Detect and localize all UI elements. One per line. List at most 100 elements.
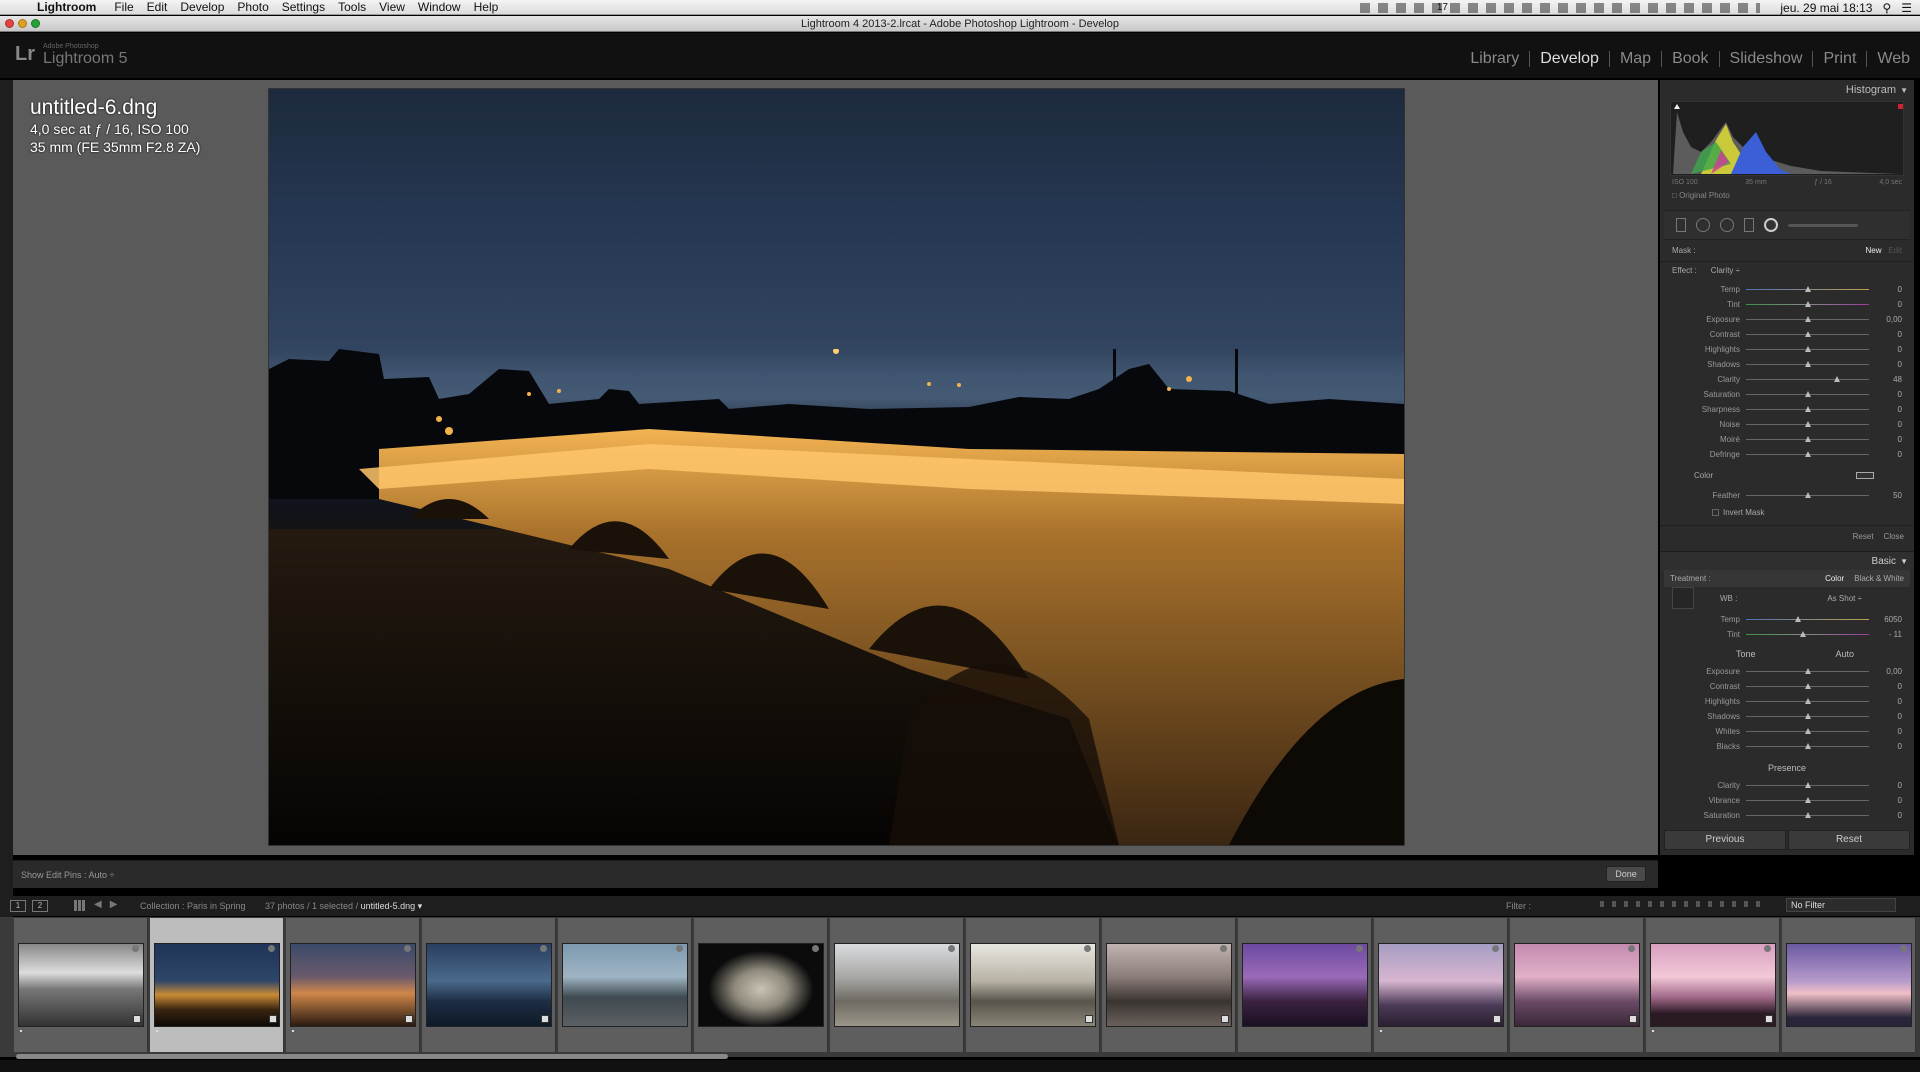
thumbnail-image[interactable] (970, 943, 1096, 1027)
slider-exposure[interactable]: Exposure 0,00 (1660, 312, 1914, 327)
tone-auto-button[interactable]: Auto (1835, 649, 1854, 659)
thumbnail-image[interactable] (834, 943, 960, 1027)
thumbnail-image[interactable] (1106, 943, 1232, 1027)
histogram-header[interactable]: Histogram ▼ (1660, 80, 1914, 101)
mask-new-button[interactable]: New (1866, 246, 1882, 255)
slider-thumb[interactable] (1804, 782, 1811, 788)
mask-reset-button[interactable]: Reset (1853, 532, 1874, 541)
treatment-color[interactable]: Color (1825, 574, 1844, 583)
slider-temp[interactable]: Temp 0 (1660, 282, 1914, 297)
color-swatch[interactable] (1856, 472, 1874, 479)
slider-thumb[interactable] (1804, 436, 1811, 442)
slider-blacks[interactable]: Blacks 0 (1660, 739, 1914, 754)
slider-thumb[interactable] (1804, 421, 1811, 427)
basic-header[interactable]: Basic ▼ (1660, 551, 1914, 570)
slider-thumb[interactable] (1804, 743, 1811, 749)
secondary-window-button[interactable]: 2 (32, 900, 48, 912)
slider-value[interactable]: 0 (1898, 285, 1902, 294)
thumbnail-image[interactable] (1650, 943, 1776, 1027)
close-window-button[interactable] (5, 19, 14, 28)
menu-develop[interactable]: Develop (180, 0, 224, 15)
slider-value[interactable]: 0 (1898, 712, 1902, 721)
filmstrip-thumbnail[interactable] (150, 918, 284, 1052)
slider-value[interactable]: 0 (1898, 781, 1902, 790)
menu-view[interactable]: View (379, 0, 405, 15)
slider-exposure[interactable]: Exposure 0,00 (1660, 664, 1914, 679)
menu-photo[interactable]: Photo (237, 0, 268, 15)
thumbnail-image[interactable] (562, 943, 688, 1027)
slider-contrast[interactable]: Contrast 0 (1660, 679, 1914, 694)
module-web[interactable]: Web (1866, 51, 1920, 67)
slider-thumb[interactable] (1804, 713, 1811, 719)
slider-thumb[interactable] (1834, 376, 1841, 382)
slider-tint[interactable]: Tint - 11 (1660, 627, 1914, 642)
wb-picker-icon[interactable] (1672, 587, 1694, 609)
adjustment-brush-slider[interactable] (1788, 223, 1858, 227)
slider-value[interactable]: 0 (1898, 450, 1902, 459)
red-eye-icon[interactable] (1720, 218, 1734, 232)
left-panel-collapsed[interactable] (0, 80, 13, 940)
slider-value[interactable]: 0 (1898, 345, 1902, 354)
done-button[interactable]: Done (1606, 866, 1646, 882)
nav-arrows[interactable]: ◀▶ (94, 899, 125, 910)
filmstrip-thumbnail[interactable] (1782, 918, 1916, 1052)
treatment-bw[interactable]: Black & White (1854, 574, 1904, 583)
shadow-clip-indicator[interactable] (1674, 104, 1680, 109)
thumbnail-image[interactable] (290, 943, 416, 1027)
slider-thumb[interactable] (1804, 316, 1811, 322)
module-slideshow[interactable]: Slideshow (1718, 51, 1813, 67)
spotlight-icon[interactable]: ⚲ (1882, 1, 1891, 15)
zoom-window-button[interactable] (31, 19, 40, 28)
slider-vibrance[interactable]: Vibrance 0 (1660, 793, 1914, 808)
slider-track[interactable] (1746, 634, 1869, 635)
clock[interactable]: jeu. 29 mai 18:13 (1780, 1, 1872, 15)
notification-center-icon[interactable]: ☰ (1901, 1, 1912, 15)
histogram-graph[interactable] (1670, 101, 1904, 176)
wb-dropdown[interactable]: As Shot ÷ (1827, 594, 1862, 603)
menu-settings[interactable]: Settings (282, 0, 325, 15)
flag-dot-icon[interactable] (1084, 945, 1091, 952)
slider-thumb[interactable] (1799, 631, 1806, 637)
menu-tools[interactable]: Tools (338, 0, 366, 15)
menu-edit[interactable]: Edit (147, 0, 168, 15)
slider-thumb[interactable] (1804, 346, 1811, 352)
slider-tint[interactable]: Tint 0 (1660, 297, 1914, 312)
thumbnail-image[interactable] (1378, 943, 1504, 1027)
original-photo-toggle[interactable]: □ Original Photo (1660, 189, 1914, 202)
slider-clarity[interactable]: Clarity 48 (1660, 372, 1914, 387)
flag-dot-icon[interactable] (676, 945, 683, 952)
flag-dot-icon[interactable] (812, 945, 819, 952)
mask-close-button[interactable]: Close (1884, 532, 1904, 541)
slider-saturation[interactable]: Saturation 0 (1660, 387, 1914, 402)
slider-value[interactable]: 50 (1893, 491, 1902, 500)
thumbnail-image[interactable] (1242, 943, 1368, 1027)
slider-value[interactable]: 0 (1898, 682, 1902, 691)
slider-track[interactable] (1746, 619, 1869, 620)
filmstrip-thumbnail[interactable] (1646, 918, 1780, 1052)
slider-thumb[interactable] (1804, 391, 1811, 397)
slider-noise[interactable]: Noise 0 (1660, 417, 1914, 432)
menu-help[interactable]: Help (474, 0, 499, 15)
basic-collapse-icon[interactable]: ▼ (1900, 552, 1908, 571)
flag-dot-icon[interactable] (540, 945, 547, 952)
slider-temp[interactable]: Temp 6050 (1660, 612, 1914, 627)
filmstrip-thumbnail[interactable] (1510, 918, 1644, 1052)
slider-thumb[interactable] (1794, 616, 1801, 622)
filmstrip-thumbnail[interactable] (558, 918, 692, 1052)
slider-thumb[interactable] (1804, 728, 1811, 734)
module-book[interactable]: Book (1661, 51, 1718, 67)
slider-thumb[interactable] (1804, 286, 1811, 292)
slider-thumb[interactable] (1804, 361, 1811, 367)
slider-highlights[interactable]: Highlights 0 (1660, 342, 1914, 357)
collection-source[interactable]: Collection : Paris in Spring (140, 901, 246, 911)
flag-dot-icon[interactable] (404, 945, 411, 952)
slider-value[interactable]: 6050 (1884, 615, 1902, 624)
reset-button[interactable]: Reset (1788, 830, 1910, 850)
filmstrip-thumbnail[interactable] (286, 918, 420, 1052)
flag-dot-icon[interactable] (948, 945, 955, 952)
spot-removal-icon[interactable] (1696, 218, 1710, 232)
grid-view-icon[interactable] (74, 900, 85, 911)
slider-value[interactable]: 0,00 (1886, 315, 1902, 324)
flag-dot-icon[interactable] (132, 945, 139, 952)
slider-value[interactable]: 0 (1898, 796, 1902, 805)
